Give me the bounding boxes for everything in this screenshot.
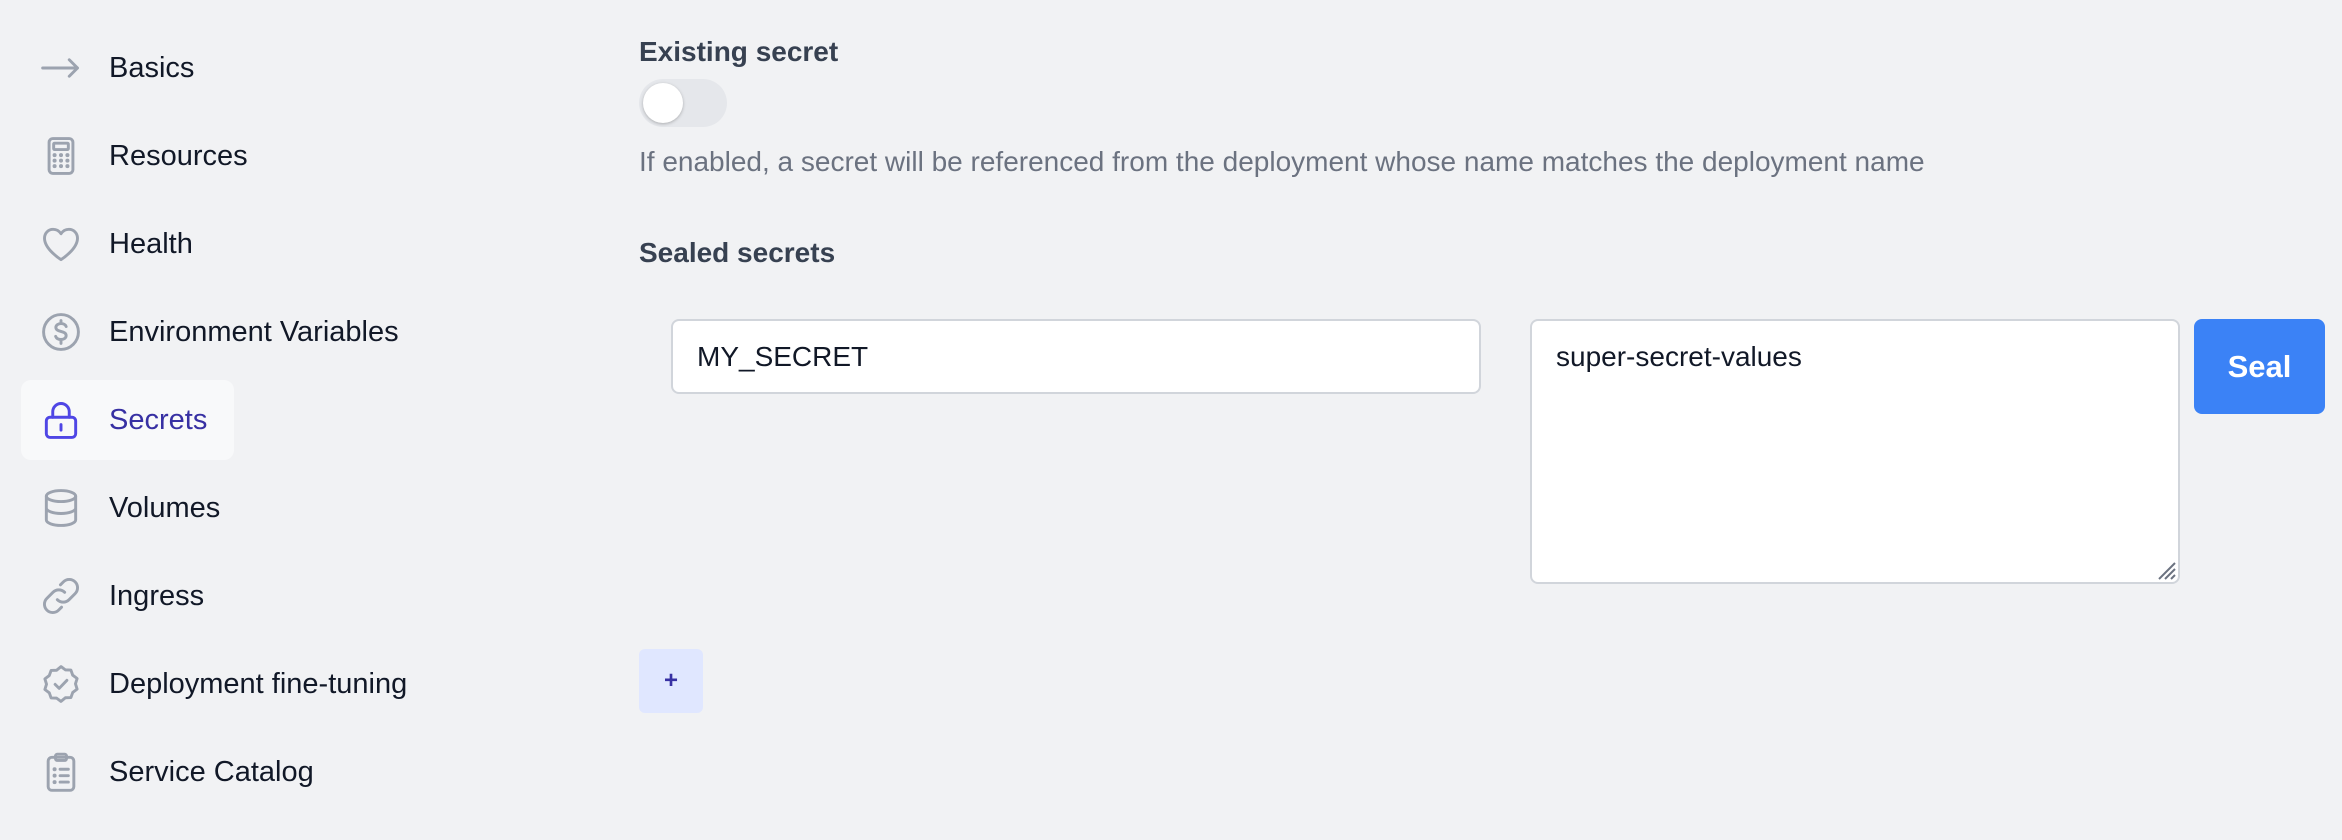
sidebar-item-service-catalog[interactable]: Service Catalog [21,732,581,812]
sidebar-item-resources[interactable]: Resources [21,116,581,196]
secret-value-textarea[interactable]: super-secret-values [1530,319,2180,584]
secret-key-input[interactable] [671,319,1481,394]
link-icon [39,574,83,618]
sealed-secrets-title: Sealed secrets [639,237,836,268]
add-secret-button[interactable]: + [639,649,703,713]
sidebar-item-ingress[interactable]: Ingress [21,556,581,636]
sidebar-item-label: Service Catalog [109,755,314,788]
sidebar-item-label: Volumes [109,491,221,524]
sidebar-item-label: Resources [109,139,248,172]
sidebar-item-label: Basics [109,51,195,84]
seal-button[interactable]: Seal [2194,319,2325,414]
sidebar-item-basics[interactable]: Basics [21,28,581,108]
sidebar-item-secrets[interactable]: Secrets [21,380,234,460]
badge-check-icon [39,662,83,706]
existing-secret-toggle[interactable] [639,79,727,127]
sidebar-item-health[interactable]: Health [21,204,581,284]
toggle-knob [643,83,683,123]
sidebar-item-volumes[interactable]: Volumes [21,468,581,548]
sidebar-item-label: Deployment fine-tuning [109,667,408,700]
sidebar-item-label: Ingress [109,579,205,612]
resize-handle-icon[interactable] [2151,555,2177,581]
existing-secret-title: Existing secret [639,36,839,67]
sidebar: Basics Resources Health Environment Vari… [21,28,581,820]
sidebar-item-deployment-fine-tuning[interactable]: Deployment fine-tuning [21,644,581,724]
sidebar-item-environment-variables[interactable]: Environment Variables [21,292,581,372]
lock-icon [39,398,83,442]
existing-secret-help-text: If enabled, a secret will be referenced … [639,146,1925,177]
database-icon [39,486,83,530]
calculator-icon [39,134,83,178]
sidebar-item-label: Health [109,227,193,260]
currency-dollar-icon [39,310,83,354]
clipboard-list-icon [39,750,83,794]
sidebar-item-label: Secrets [109,403,208,436]
sidebar-item-label: Environment Variables [109,315,399,348]
arrow-right-icon [39,46,83,90]
main-content: Existing secret If enabled, a secret wil… [639,0,2342,840]
heart-icon [39,222,83,266]
